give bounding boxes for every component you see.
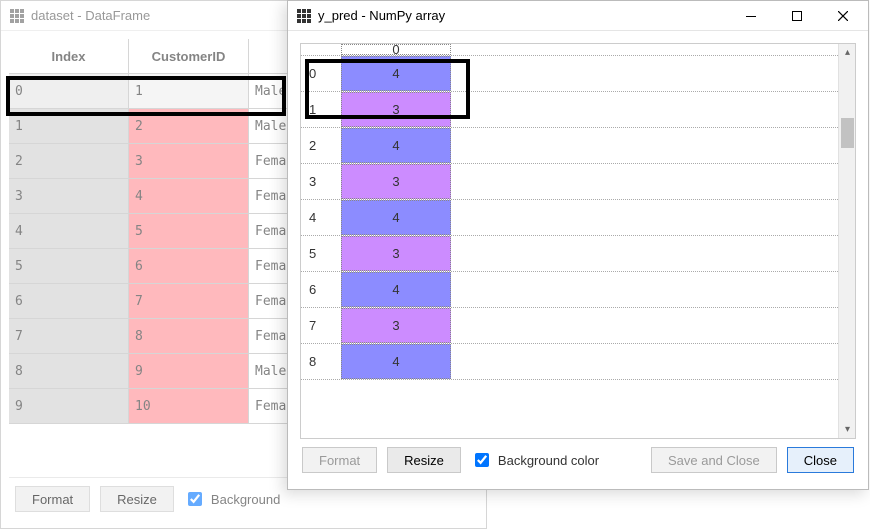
col-header-index[interactable]: Index	[9, 39, 129, 73]
grid-icon	[9, 8, 25, 24]
cell-index[interactable]: 9	[9, 389, 129, 423]
table-row-partial: 0	[301, 44, 838, 56]
table-row[interactable]: 73	[301, 308, 838, 344]
window-title: y_pred - NumPy array	[318, 8, 722, 23]
cell-index[interactable]: 1	[9, 109, 129, 143]
cell-index[interactable]: 6	[301, 272, 341, 307]
minimize-button[interactable]	[728, 1, 774, 30]
cell-index[interactable]: 6	[9, 284, 129, 318]
chevron-up-icon[interactable]: ▴	[839, 44, 856, 61]
bgcolor-checkbox[interactable]: Background color	[471, 450, 599, 470]
cell-customerid[interactable]: 7	[129, 284, 249, 318]
cell-value[interactable]: 4	[341, 128, 451, 163]
cell-customerid[interactable]: 10	[129, 389, 249, 423]
table-row[interactable]: 44	[301, 200, 838, 236]
cell-value[interactable]: 3	[341, 92, 451, 127]
cell-index[interactable]: 8	[9, 354, 129, 388]
format-button[interactable]: Format	[302, 447, 377, 473]
table-row[interactable]: 04	[301, 56, 838, 92]
scrollbar-thumb[interactable]	[841, 118, 854, 148]
cell-value[interactable]: 4	[341, 200, 451, 235]
cell-value[interactable]: 4	[341, 272, 451, 307]
cell-customerid[interactable]: 4	[129, 179, 249, 213]
window-body: 0041324334453647384 ▴ ▾ Format Resize Ba…	[288, 31, 868, 489]
table-row[interactable]: 33	[301, 164, 838, 200]
table-row[interactable]: 84	[301, 344, 838, 380]
cell-index[interactable]: 4	[301, 200, 341, 235]
grid-icon	[296, 8, 312, 24]
cell-value[interactable]: 4	[341, 56, 451, 91]
cell-customerid[interactable]: 9	[129, 354, 249, 388]
cell-index[interactable]: 5	[9, 249, 129, 283]
cell-index[interactable]: 7	[301, 308, 341, 343]
numpy-array-view[interactable]: 0041324334453647384 ▴ ▾	[300, 43, 856, 439]
cell-value[interactable]: 3	[341, 164, 451, 199]
window-controls	[728, 1, 866, 30]
bgcolor-checkbox-input[interactable]	[475, 453, 489, 467]
bgcolor-label: Background color	[498, 453, 599, 468]
close-button[interactable]	[820, 1, 866, 30]
cell-index[interactable]: 0	[301, 56, 341, 91]
cell-index[interactable]: 8	[301, 344, 341, 379]
chevron-down-icon[interactable]: ▾	[839, 421, 856, 438]
resize-button[interactable]: Resize	[100, 486, 174, 512]
table-row[interactable]: 13	[301, 92, 838, 128]
cell-index[interactable]: 3	[301, 164, 341, 199]
col-header-customerid[interactable]: CustomerID	[129, 39, 249, 73]
cell-value[interactable]: 3	[341, 236, 451, 271]
cell-index[interactable]: 0	[9, 74, 129, 108]
cell-index[interactable]: 5	[301, 236, 341, 271]
scrollbar-vertical[interactable]: ▴ ▾	[838, 44, 855, 438]
cell-customerid[interactable]: 3	[129, 144, 249, 178]
bgcolor-checkbox-input[interactable]	[188, 492, 202, 506]
maximize-button[interactable]	[774, 1, 820, 30]
cell-index[interactable]: 2	[301, 128, 341, 163]
cell-index[interactable]: 4	[9, 214, 129, 248]
cell-index[interactable]: 2	[9, 144, 129, 178]
titlebar[interactable]: y_pred - NumPy array	[288, 1, 868, 31]
save-and-close-button[interactable]: Save and Close	[651, 447, 777, 473]
close-button-footer[interactable]: Close	[787, 447, 854, 473]
cell-customerid[interactable]: 5	[129, 214, 249, 248]
bgcolor-label: Background	[211, 492, 280, 507]
toolbar: Format Resize Background color Save and …	[296, 439, 860, 481]
cell-customerid[interactable]: 2	[129, 109, 249, 143]
window-ypred: y_pred - NumPy array 0041324334453647384…	[287, 0, 869, 490]
table-row[interactable]: 64	[301, 272, 838, 308]
cell-customerid[interactable]: 1	[129, 74, 249, 108]
cell-customerid[interactable]: 8	[129, 319, 249, 353]
table-row[interactable]: 24	[301, 128, 838, 164]
cell-value[interactable]: 4	[341, 344, 451, 379]
cell-index[interactable]: 1	[301, 92, 341, 127]
resize-button[interactable]: Resize	[387, 447, 461, 473]
bgcolor-checkbox[interactable]: Background	[184, 489, 280, 509]
format-button[interactable]: Format	[15, 486, 90, 512]
cell-index[interactable]: 7	[9, 319, 129, 353]
cell-index[interactable]: 3	[9, 179, 129, 213]
cell-customerid[interactable]: 6	[129, 249, 249, 283]
cell-value[interactable]: 3	[341, 308, 451, 343]
table-row[interactable]: 53	[301, 236, 838, 272]
